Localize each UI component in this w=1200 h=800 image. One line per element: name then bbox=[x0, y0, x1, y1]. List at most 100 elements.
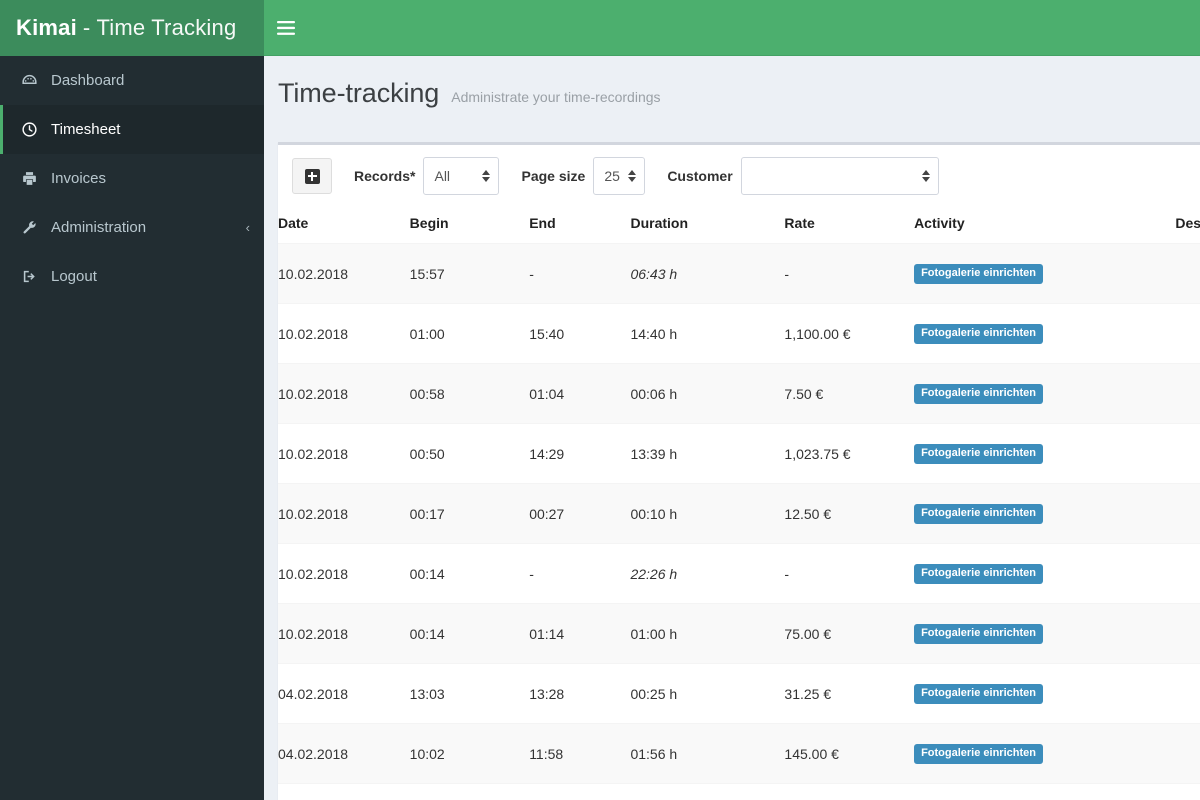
table-row[interactable]: 10.02.2018 15:57-06:43 h - Fotogalerie einr… bbox=[278, 243, 1200, 304]
sidebar-item-dashboard[interactable]: Dashboard bbox=[0, 56, 264, 105]
cell-duration: 00:25 h bbox=[630, 663, 785, 724]
cell-description bbox=[1175, 663, 1200, 724]
cell-begin: 00:58 bbox=[409, 363, 530, 424]
cell-begin: 00:50 bbox=[409, 423, 530, 484]
timesheet-table: Date Begin End Duration Rate Activity De… bbox=[278, 207, 1200, 800]
column-header-date[interactable]: Date bbox=[278, 207, 410, 244]
spinner-arrows-icon bbox=[921, 170, 930, 182]
cell-date: 10.02.2018 bbox=[278, 423, 410, 484]
filter-toolbar: Records* All Page size 25 Customer bbox=[278, 145, 1200, 207]
cell-duration: 01:56 h bbox=[630, 723, 785, 784]
spinner-arrows-icon bbox=[482, 170, 491, 182]
column-header-activity[interactable]: Activity bbox=[914, 207, 1176, 244]
cell-duration: 14:40 h bbox=[630, 303, 785, 364]
cell-date: 04.02.2018 bbox=[278, 723, 410, 784]
brand-logo[interactable]: Kimai - Time Tracking bbox=[0, 0, 264, 56]
activity-badge[interactable]: Fotogalerie einrichten bbox=[914, 744, 1043, 764]
cell-description bbox=[1175, 543, 1200, 604]
clock-icon bbox=[21, 121, 45, 138]
cell-end: 00:27 bbox=[529, 483, 631, 544]
table-row[interactable]: 04.02.2018 10:02 11:58 01:56 h 145.00 € Fotog… bbox=[278, 723, 1200, 784]
table-row[interactable]: 04.02.2018 13:03 13:28 00:25 h 31.25 € Fotoga… bbox=[278, 663, 1200, 724]
column-header-end[interactable]: End bbox=[529, 207, 631, 244]
table-row[interactable] bbox=[278, 783, 1200, 800]
sidebar-item-logout[interactable]: Logout bbox=[0, 252, 264, 301]
activity-badge[interactable]: Fotogalerie einrichten bbox=[914, 264, 1043, 284]
page-header: Time-tracking Administrate your time-rec… bbox=[264, 56, 1200, 142]
cell-begin: 15:57 bbox=[409, 243, 530, 304]
table-row[interactable]: 10.02.2018 01:00 15:40 14:40 h 1,100.00 € Fot… bbox=[278, 303, 1200, 364]
sidebar-item-label: Dashboard bbox=[51, 72, 125, 89]
cell-begin: 00:17 bbox=[409, 483, 530, 544]
page-size-select[interactable]: 25 bbox=[593, 157, 646, 195]
cell-rate: - bbox=[784, 543, 915, 604]
cell-end: 14:29 bbox=[529, 423, 631, 484]
cell-begin: 00:14 bbox=[409, 603, 530, 664]
sidebar: Kimai - Time Tracking Dashboard Timeshee… bbox=[0, 0, 264, 800]
activity-badge[interactable]: Fotogalerie einrichten bbox=[914, 504, 1043, 524]
timesheet-card: Records* All Page size 25 Customer Date … bbox=[278, 142, 1200, 800]
cell-begin bbox=[409, 783, 530, 800]
column-header-begin[interactable]: Begin bbox=[409, 207, 530, 244]
cell-rate: 31.25 € bbox=[784, 663, 915, 724]
activity-badge[interactable]: Fotogalerie einrichten bbox=[914, 444, 1043, 464]
cell-begin: 01:00 bbox=[409, 303, 530, 364]
brand-suffix: Time Tracking bbox=[96, 15, 237, 40]
table-row[interactable]: 10.02.2018 00:50 14:29 13:39 h 1,023.75 € Fot… bbox=[278, 423, 1200, 484]
cell-duration: 00:10 h bbox=[630, 483, 785, 544]
records-select-value: All bbox=[434, 168, 451, 184]
sidebar-item-invoices[interactable]: Invoices bbox=[0, 154, 264, 203]
cell-activity: Fotogalerie einrichten bbox=[914, 243, 1176, 304]
cell-end: 13:28 bbox=[529, 663, 631, 724]
brand-separator: - bbox=[82, 15, 91, 40]
sidebar-item-label: Timesheet bbox=[51, 121, 121, 138]
sidebar-item-administration[interactable]: Administration ‹ bbox=[0, 203, 264, 252]
cell-date: 04.02.2018 bbox=[278, 663, 410, 724]
sidebar-nav: Dashboard Timesheet Invoices Administrat… bbox=[0, 56, 264, 301]
create-timesheet-button[interactable] bbox=[292, 158, 332, 194]
column-header-description[interactable]: Description bbox=[1175, 207, 1200, 244]
content-area: Records* All Page size 25 Customer Date … bbox=[264, 142, 1200, 800]
cell-begin: 10:02 bbox=[409, 723, 530, 784]
cell-rate: 7.50 € bbox=[784, 363, 915, 424]
cell-rate: 12.50 € bbox=[784, 483, 915, 544]
cell-end: - bbox=[529, 243, 631, 304]
cell-rate: 1,023.75 € bbox=[784, 423, 915, 484]
cell-end: 01:14 bbox=[529, 603, 631, 664]
sidebar-item-label: Invoices bbox=[51, 170, 107, 187]
activity-badge[interactable]: Fotogalerie einrichten bbox=[914, 624, 1043, 644]
records-select[interactable]: All bbox=[423, 157, 500, 195]
cell-end: 11:58 bbox=[529, 723, 631, 784]
sidebar-item-timesheet[interactable]: Timesheet bbox=[0, 105, 264, 154]
activity-badge[interactable]: Fotogalerie einrichten bbox=[914, 564, 1043, 584]
brand-name: Kimai bbox=[16, 15, 77, 40]
customer-select[interactable] bbox=[740, 157, 939, 195]
column-header-duration[interactable]: Duration bbox=[630, 207, 785, 244]
cell-rate bbox=[784, 783, 915, 800]
customer-label: Customer bbox=[667, 168, 733, 184]
activity-badge[interactable]: Fotogalerie einrichten bbox=[914, 684, 1043, 704]
cell-date: 10.02.2018 bbox=[278, 543, 410, 604]
cell-begin: 13:03 bbox=[409, 663, 530, 724]
main-area: Time-tracking Administrate your time-rec… bbox=[264, 0, 1200, 800]
hamburger-icon[interactable] bbox=[264, 0, 308, 56]
cell-duration bbox=[630, 783, 785, 800]
table-row[interactable]: 10.02.2018 00:58 01:04 00:06 h 7.50 € Fotogal… bbox=[278, 363, 1200, 424]
dashboard-gauge-icon bbox=[21, 72, 45, 89]
cell-description bbox=[1175, 243, 1200, 304]
table-row[interactable]: 10.02.2018 00:14 01:14 01:00 h 75.00 € Fotoga… bbox=[278, 603, 1200, 664]
column-header-rate[interactable]: Rate bbox=[784, 207, 915, 244]
printer-icon bbox=[21, 170, 45, 187]
table-row[interactable]: 10.02.2018 00:14-22:26 h - Fotogalerie einr… bbox=[278, 543, 1200, 604]
table-row[interactable]: 10.02.2018 00:17 00:27 00:10 h 12.50 € Fotoga… bbox=[278, 483, 1200, 544]
spinner-arrows-icon bbox=[628, 170, 637, 182]
cell-description bbox=[1175, 783, 1200, 800]
sidebar-item-label: Administration bbox=[51, 219, 147, 236]
activity-badge[interactable]: Fotogalerie einrichten bbox=[914, 384, 1043, 404]
cell-rate: 145.00 € bbox=[784, 723, 915, 784]
cell-date: 10.02.2018 bbox=[278, 243, 410, 304]
cell-description bbox=[1175, 483, 1200, 544]
cell-description bbox=[1175, 723, 1200, 784]
activity-badge[interactable]: Fotogalerie einrichten bbox=[914, 324, 1043, 344]
app-root: Kimai - Time Tracking Dashboard Timeshee… bbox=[0, 0, 1200, 800]
